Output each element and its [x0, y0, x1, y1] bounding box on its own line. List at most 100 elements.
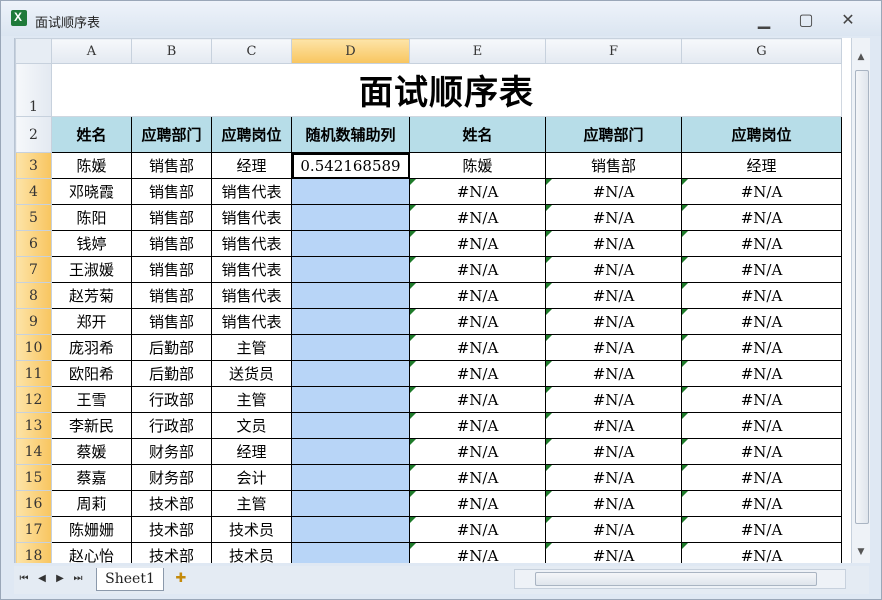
row-header[interactable]: 15 [15, 464, 52, 491]
data-cell[interactable]: 销售部 [131, 178, 212, 205]
data-cell[interactable] [291, 386, 410, 413]
data-cell[interactable]: #N/A [409, 386, 546, 413]
data-cell[interactable]: 技术部 [131, 516, 212, 543]
column-header-a[interactable]: A [51, 38, 132, 64]
data-cell[interactable]: #N/A [681, 204, 842, 231]
data-cell[interactable]: #N/A [409, 516, 546, 543]
worksheet-grid[interactable]: ABCDEFG 1 面试顺序表 2 姓名 应聘部门 应聘岗位 随机数辅助列 姓名 应聘部门 应聘岗… [14, 38, 851, 563]
data-cell[interactable]: 销售代表 [211, 178, 292, 205]
data-cell[interactable]: 销售部 [131, 204, 212, 231]
data-cell[interactable]: #N/A [545, 386, 682, 413]
sheet-title-cell[interactable]: 面试顺序表 [51, 63, 842, 117]
data-cell[interactable]: #N/A [545, 282, 682, 309]
data-cell[interactable]: 销售部 [131, 256, 212, 283]
row-header[interactable]: 3 [15, 152, 52, 179]
row-header[interactable]: 18 [15, 542, 52, 563]
data-cell[interactable]: #N/A [409, 178, 546, 205]
data-cell[interactable]: #N/A [545, 438, 682, 465]
column-header-c[interactable]: C [211, 38, 292, 64]
row-header[interactable]: 1 [15, 63, 52, 117]
data-cell[interactable]: #N/A [409, 412, 546, 439]
data-cell[interactable]: #N/A [681, 334, 842, 361]
column-header-d[interactable]: D [291, 38, 410, 64]
data-cell[interactable]: 经理 [681, 152, 842, 179]
row-header[interactable]: 4 [15, 178, 52, 205]
data-cell[interactable]: #N/A [681, 282, 842, 309]
data-cell[interactable]: #N/A [681, 464, 842, 491]
data-cell[interactable]: #N/A [545, 178, 682, 205]
data-cell[interactable]: 文员 [211, 412, 292, 439]
select-all-corner[interactable] [15, 38, 52, 64]
data-cell[interactable]: #N/A [681, 308, 842, 335]
data-cell[interactable]: 销售代表 [211, 204, 292, 231]
data-cell[interactable]: #N/A [409, 438, 546, 465]
data-cell[interactable]: 欧阳希 [51, 360, 132, 387]
data-cell[interactable] [291, 516, 410, 543]
data-cell[interactable]: #N/A [681, 230, 842, 257]
data-cell[interactable]: #N/A [545, 412, 682, 439]
data-cell[interactable]: 后勤部 [131, 334, 212, 361]
data-cell[interactable]: 陈阳 [51, 204, 132, 231]
data-cell[interactable] [291, 230, 410, 257]
data-cell[interactable]: 庞羽希 [51, 334, 132, 361]
row-header[interactable]: 7 [15, 256, 52, 283]
data-cell[interactable]: #N/A [545, 542, 682, 563]
row-header[interactable]: 10 [15, 334, 52, 361]
column-header-g[interactable]: G [681, 38, 842, 64]
header-cell[interactable]: 应聘部门 [545, 116, 682, 153]
data-cell[interactable]: #N/A [545, 204, 682, 231]
data-cell[interactable]: #N/A [681, 516, 842, 543]
minimize-button[interactable]: ▁ [751, 9, 777, 31]
data-cell[interactable]: #N/A [545, 464, 682, 491]
data-cell[interactable] [291, 412, 410, 439]
data-cell[interactable]: 会计 [211, 464, 292, 491]
header-cell[interactable]: 姓名 [409, 116, 546, 153]
data-cell[interactable]: 行政部 [131, 412, 212, 439]
data-cell[interactable]: #N/A [681, 178, 842, 205]
data-cell[interactable] [291, 256, 410, 283]
sheet-tab-sheet1[interactable]: Sheet1 [96, 568, 164, 591]
data-cell[interactable] [291, 360, 410, 387]
data-cell[interactable]: #N/A [409, 308, 546, 335]
data-cell[interactable]: 后勤部 [131, 360, 212, 387]
row-header[interactable]: 8 [15, 282, 52, 309]
data-cell[interactable]: 技术员 [211, 542, 292, 563]
data-cell[interactable]: #N/A [681, 256, 842, 283]
data-cell[interactable]: #N/A [545, 516, 682, 543]
data-cell[interactable]: #N/A [409, 282, 546, 309]
data-cell[interactable]: 送货员 [211, 360, 292, 387]
data-cell[interactable]: 销售代表 [211, 282, 292, 309]
data-cell[interactable] [291, 464, 410, 491]
data-cell[interactable] [291, 490, 410, 517]
row-header[interactable]: 9 [15, 308, 52, 335]
horizontal-scrollbar[interactable] [514, 569, 846, 589]
data-cell[interactable] [291, 438, 410, 465]
data-cell[interactable]: 经理 [211, 152, 292, 179]
row-header[interactable]: 5 [15, 204, 52, 231]
row-header[interactable]: 17 [15, 516, 52, 543]
last-sheet-icon[interactable]: ⏭ [72, 573, 84, 585]
row-header[interactable]: 14 [15, 438, 52, 465]
row-header[interactable]: 12 [15, 386, 52, 413]
data-cell[interactable]: 财务部 [131, 438, 212, 465]
data-cell[interactable]: #N/A [545, 334, 682, 361]
data-cell[interactable]: 技术部 [131, 542, 212, 563]
data-cell[interactable]: 财务部 [131, 464, 212, 491]
data-cell[interactable]: #N/A [409, 360, 546, 387]
scroll-up-arrow-icon[interactable]: ▲ [852, 48, 870, 66]
data-cell[interactable]: 钱婷 [51, 230, 132, 257]
scroll-down-arrow-icon[interactable]: ▼ [852, 543, 870, 561]
data-cell[interactable] [291, 308, 410, 335]
data-cell[interactable]: 0.542168589 [291, 152, 410, 179]
data-cell[interactable]: #N/A [545, 308, 682, 335]
data-cell[interactable]: 李新民 [51, 412, 132, 439]
data-cell[interactable]: #N/A [545, 256, 682, 283]
data-cell[interactable]: #N/A [545, 230, 682, 257]
vertical-scrollbar[interactable]: ▲ ▼ [851, 38, 870, 563]
data-cell[interactable]: 王雪 [51, 386, 132, 413]
data-cell[interactable]: 销售部 [131, 282, 212, 309]
data-cell[interactable]: #N/A [409, 490, 546, 517]
data-cell[interactable]: 销售部 [545, 152, 682, 179]
header-cell[interactable]: 应聘岗位 [681, 116, 842, 153]
row-header[interactable]: 6 [15, 230, 52, 257]
